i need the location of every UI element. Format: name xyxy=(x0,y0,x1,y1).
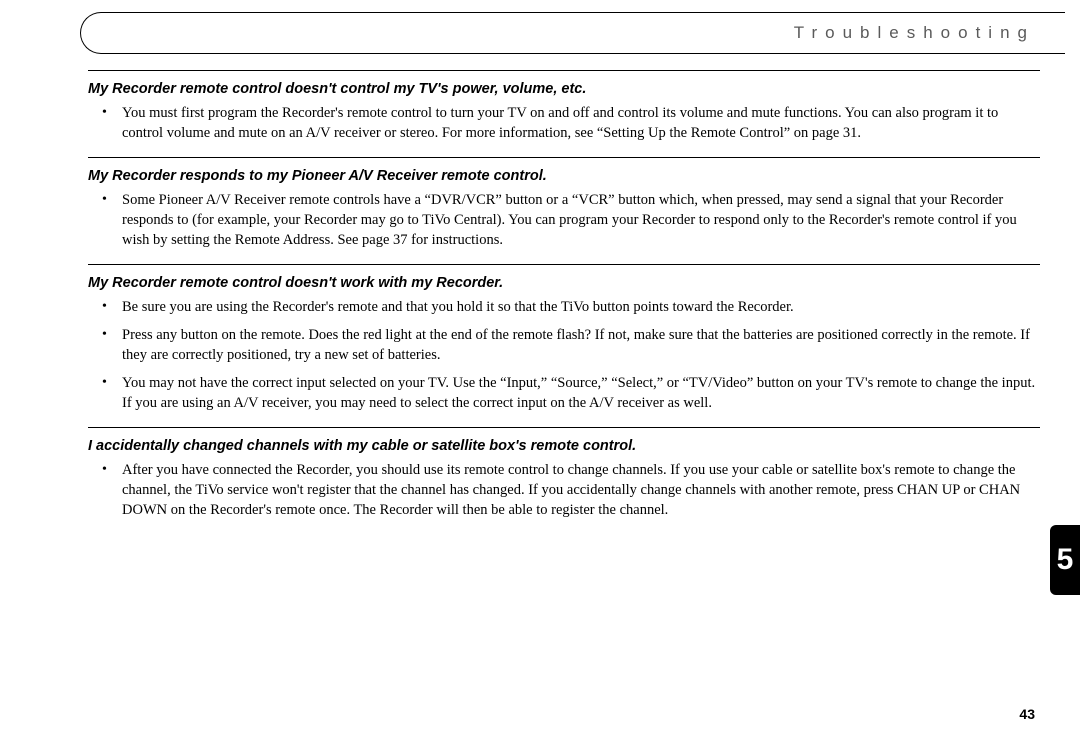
section-heading: I accidentally changed channels with my … xyxy=(88,438,1040,454)
section-heading: My Recorder remote control doesn't work … xyxy=(88,275,1040,291)
page-header-title: Troubleshooting xyxy=(794,23,1035,43)
list-item: Press any button on the remote. Does the… xyxy=(88,325,1040,365)
list-item: You may not have the correct input selec… xyxy=(88,373,1040,413)
divider xyxy=(88,427,1040,428)
header-frame: Troubleshooting xyxy=(80,12,1065,54)
chapter-tab: 5 xyxy=(1050,525,1080,595)
list-item: Some Pioneer A/V Receiver remote control… xyxy=(88,190,1040,250)
list-item: Be sure you are using the Recorder's rem… xyxy=(88,297,1040,317)
bullet-list: After you have connected the Recorder, y… xyxy=(88,460,1040,520)
bullet-list: Some Pioneer A/V Receiver remote control… xyxy=(88,190,1040,250)
chapter-number: 5 xyxy=(1057,543,1074,577)
divider xyxy=(88,157,1040,158)
divider xyxy=(88,70,1040,71)
section-heading: My Recorder responds to my Pioneer A/V R… xyxy=(88,168,1040,184)
section-heading: My Recorder remote control doesn't contr… xyxy=(88,81,1040,97)
list-item: You must first program the Recorder's re… xyxy=(88,103,1040,143)
list-item: After you have connected the Recorder, y… xyxy=(88,460,1040,520)
divider xyxy=(88,264,1040,265)
content-area: My Recorder remote control doesn't contr… xyxy=(88,70,1040,534)
page-number: 43 xyxy=(1019,706,1035,722)
bullet-list: You must first program the Recorder's re… xyxy=(88,103,1040,143)
bullet-list: Be sure you are using the Recorder's rem… xyxy=(88,297,1040,413)
